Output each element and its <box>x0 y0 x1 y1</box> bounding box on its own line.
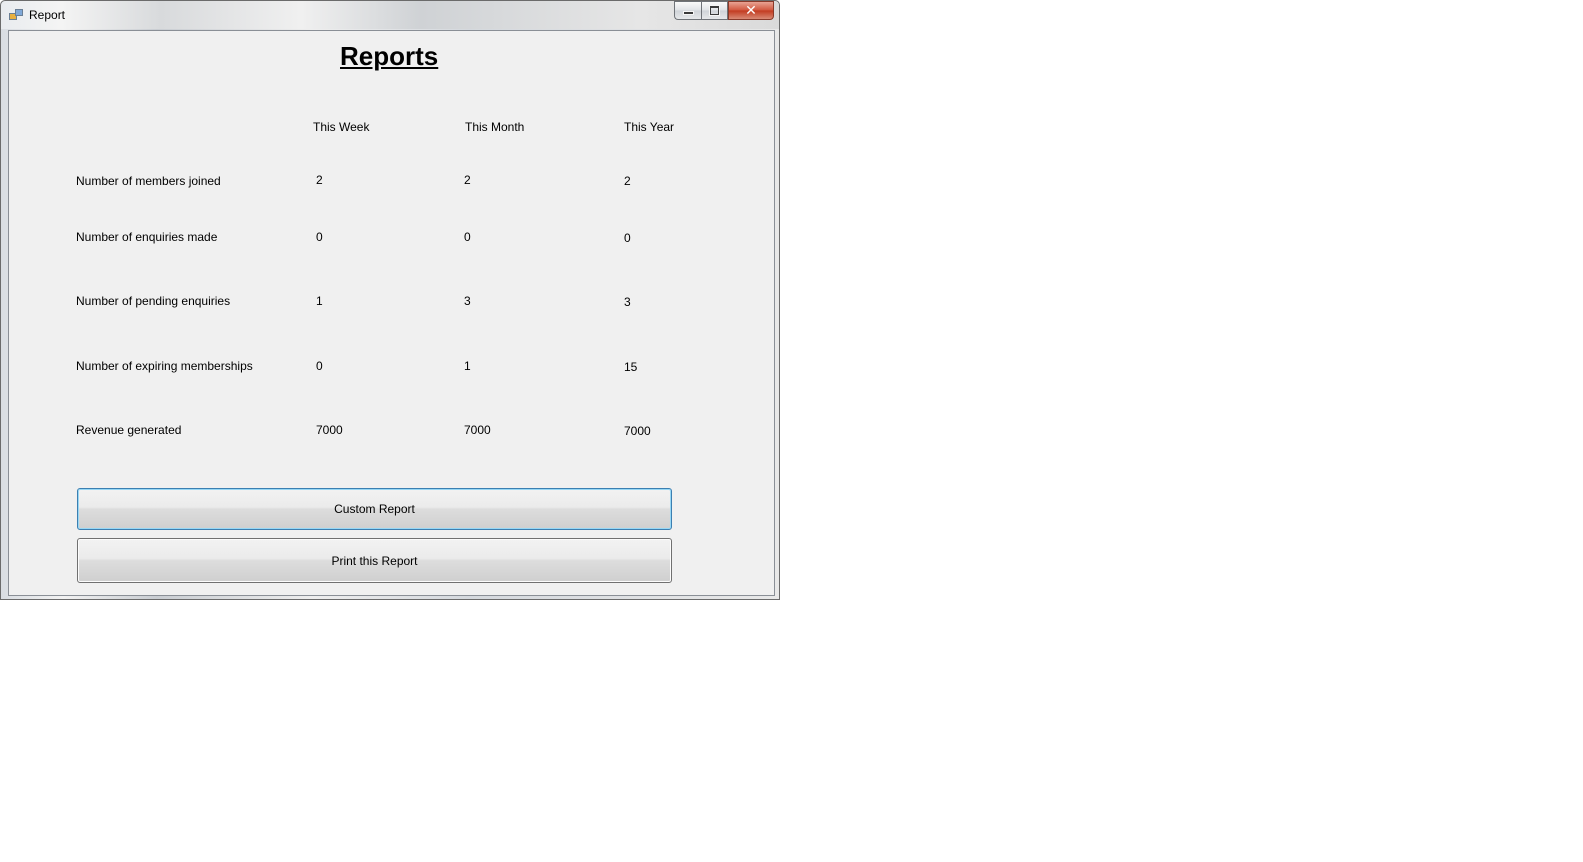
value-pending-enquiries-month: 3 <box>464 294 471 308</box>
window-title: Report <box>29 8 66 22</box>
column-header-month: This Month <box>465 120 525 134</box>
value-enquiries-made-year: 0 <box>624 231 631 245</box>
value-expiring-memberships-week: 0 <box>316 359 323 373</box>
report-panel: Reports This Week This Month This Year N… <box>8 30 775 596</box>
column-header-year: This Year <box>624 120 675 134</box>
value-enquiries-made-month: 0 <box>464 230 471 244</box>
value-members-joined-week: 2 <box>316 173 323 187</box>
value-expiring-memberships-month: 1 <box>464 359 471 373</box>
value-revenue-year: 7000 <box>624 424 651 438</box>
row-label-pending-enquiries: Number of pending enquiries <box>76 294 231 308</box>
value-enquiries-made-week: 0 <box>316 230 323 244</box>
column-header-week: This Week <box>313 120 370 134</box>
maximize-icon <box>710 6 719 15</box>
value-revenue-week: 7000 <box>316 423 343 437</box>
row-label-members-joined: Number of members joined <box>76 174 221 188</box>
title-bar[interactable]: Report ✕ <box>1 1 779 29</box>
minimize-button[interactable] <box>674 1 701 20</box>
close-button[interactable]: ✕ <box>728 1 774 20</box>
value-members-joined-month: 2 <box>464 173 471 187</box>
row-label-enquiries-made: Number of enquiries made <box>76 230 218 244</box>
print-report-button[interactable]: Print this Report <box>77 538 672 583</box>
value-expiring-memberships-year: 15 <box>624 360 638 374</box>
page-title: Reports <box>340 41 439 71</box>
value-pending-enquiries-week: 1 <box>316 294 323 308</box>
close-icon: ✕ <box>745 2 757 18</box>
minimize-icon <box>682 11 694 15</box>
row-label-expiring-memberships: Number of expiring memberships <box>76 359 253 373</box>
value-pending-enquiries-year: 3 <box>624 295 631 309</box>
app-icon <box>9 9 23 21</box>
maximize-button[interactable] <box>701 1 728 20</box>
value-members-joined-year: 2 <box>624 174 631 188</box>
custom-report-button[interactable]: Custom Report <box>77 488 672 530</box>
value-revenue-month: 7000 <box>464 423 491 437</box>
row-label-revenue-generated: Revenue generated <box>76 423 182 437</box>
report-window: Report ✕ Reports This Week This Month Th… <box>0 0 780 600</box>
